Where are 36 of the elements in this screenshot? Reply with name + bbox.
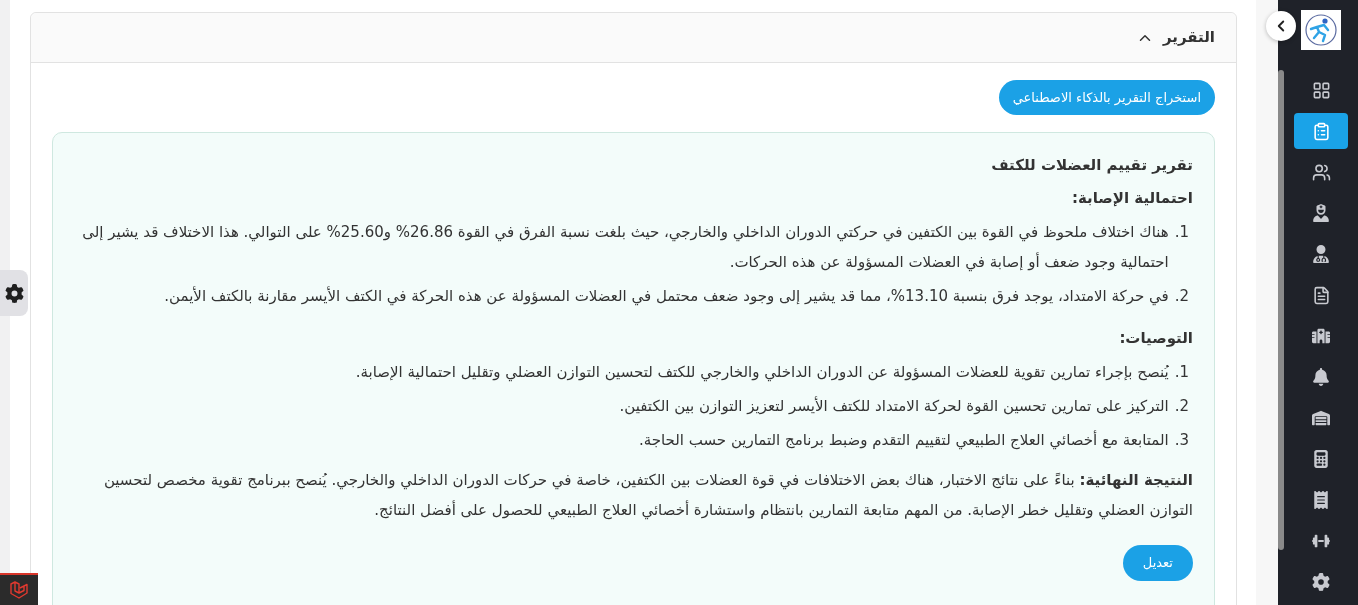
gear-icon [1312, 573, 1330, 591]
logo-button[interactable] [0, 573, 38, 605]
list-number: 2. [1174, 396, 1189, 417]
list-number: 3. [1174, 430, 1189, 451]
report-title: تقرير تقييم العضلات للكتف [990, 155, 1193, 176]
dumbbell-icon [1312, 532, 1330, 550]
runner-logo-icon [1301, 10, 1341, 50]
list-number: 1. [1174, 362, 1189, 383]
scrollbar-thumb[interactable] [1278, 70, 1284, 550]
list-item-text: التركيز على تمارين تحسين القوة لحركة الامتداد للكتف الأيسر لتعزيز التوازن بين الكتفين. [619, 395, 1169, 417]
grid-icon [1311, 80, 1331, 100]
gear-icon [4, 283, 24, 303]
nurse-icon [1312, 204, 1330, 222]
conclusion-paragraph: النتيجة النهائية: بناءً على نتائج الاختبار، هناك بعض الاختلافات في قوة العضلات بين الكتفين، خاصة في حركات الدوران الداخلي والخارجي. يُنصح ببرنامج تقوية مخصص لتحسين التوازن العضلي وتقليل خطر الإصابة. من المهم متابعة التمارين بانتظام واستشارة أخصائي العلاج الطبيعي للحصول على أفضل النتائج. [102, 470, 1193, 522]
calculator-icon [1312, 450, 1330, 468]
list-item-text: يُنصح بإجراء تمارين تقوية للعضلات المسؤولة عن الدوران الداخلي والخارجي للكتف لتحسين التوازن العضلي وتقليل احتمالية الإصابة. [355, 362, 1169, 384]
list-number: 1. [1174, 222, 1189, 243]
list-item-text: هناك اختلاف ملحوظ في القوة بين الكتفين في حركتي الدوران الداخلي والخارجي، حيث بلغت نسبة الفرق في القوة 26.86% و25.60% على التوالي. هذا الاختلاف قد يشير إلى احتمالية وجود ضعف أو إصابة في العضلات المسؤولة عن هذه الحركات. [81, 222, 1169, 274]
card-title: التقرير [1163, 27, 1215, 49]
receipt-icon [1312, 491, 1330, 509]
clipboard-icon [1311, 121, 1331, 141]
list-item-text: في حركة الامتداد، يوجد فرق بنسبة 13.10%، مما قد يشير إلى وجود ضعف محتمل في العضلات المسؤولة عن هذه الحركة في الكتف الأيسر مقارنة بالكتف الأيمن. [164, 285, 1169, 308]
section-heading: التوصيات: [1118, 328, 1193, 349]
cube-logo-icon [9, 580, 29, 600]
list-item-text: المتابعة مع أخصائي العلاج الطبيعي لتقييم التقدم وضبط برنامج التمارين حسب الحاجة. [638, 429, 1169, 452]
section-heading: احتمالية الإصابة: [1071, 188, 1193, 209]
warehouse-icon [1312, 409, 1330, 427]
settings-button[interactable] [0, 270, 28, 316]
edit-button[interactable]: تعديل [1122, 545, 1193, 581]
list-number: 2. [1174, 286, 1189, 307]
hospital-icon [1312, 327, 1330, 345]
bell-icon [1312, 368, 1330, 386]
doctor-icon [1312, 245, 1330, 263]
document-icon [1311, 285, 1331, 305]
users-icon [1311, 162, 1331, 182]
ai-report-button[interactable]: استخراج التقرير بالذكاء الاصطناعي [998, 80, 1215, 115]
